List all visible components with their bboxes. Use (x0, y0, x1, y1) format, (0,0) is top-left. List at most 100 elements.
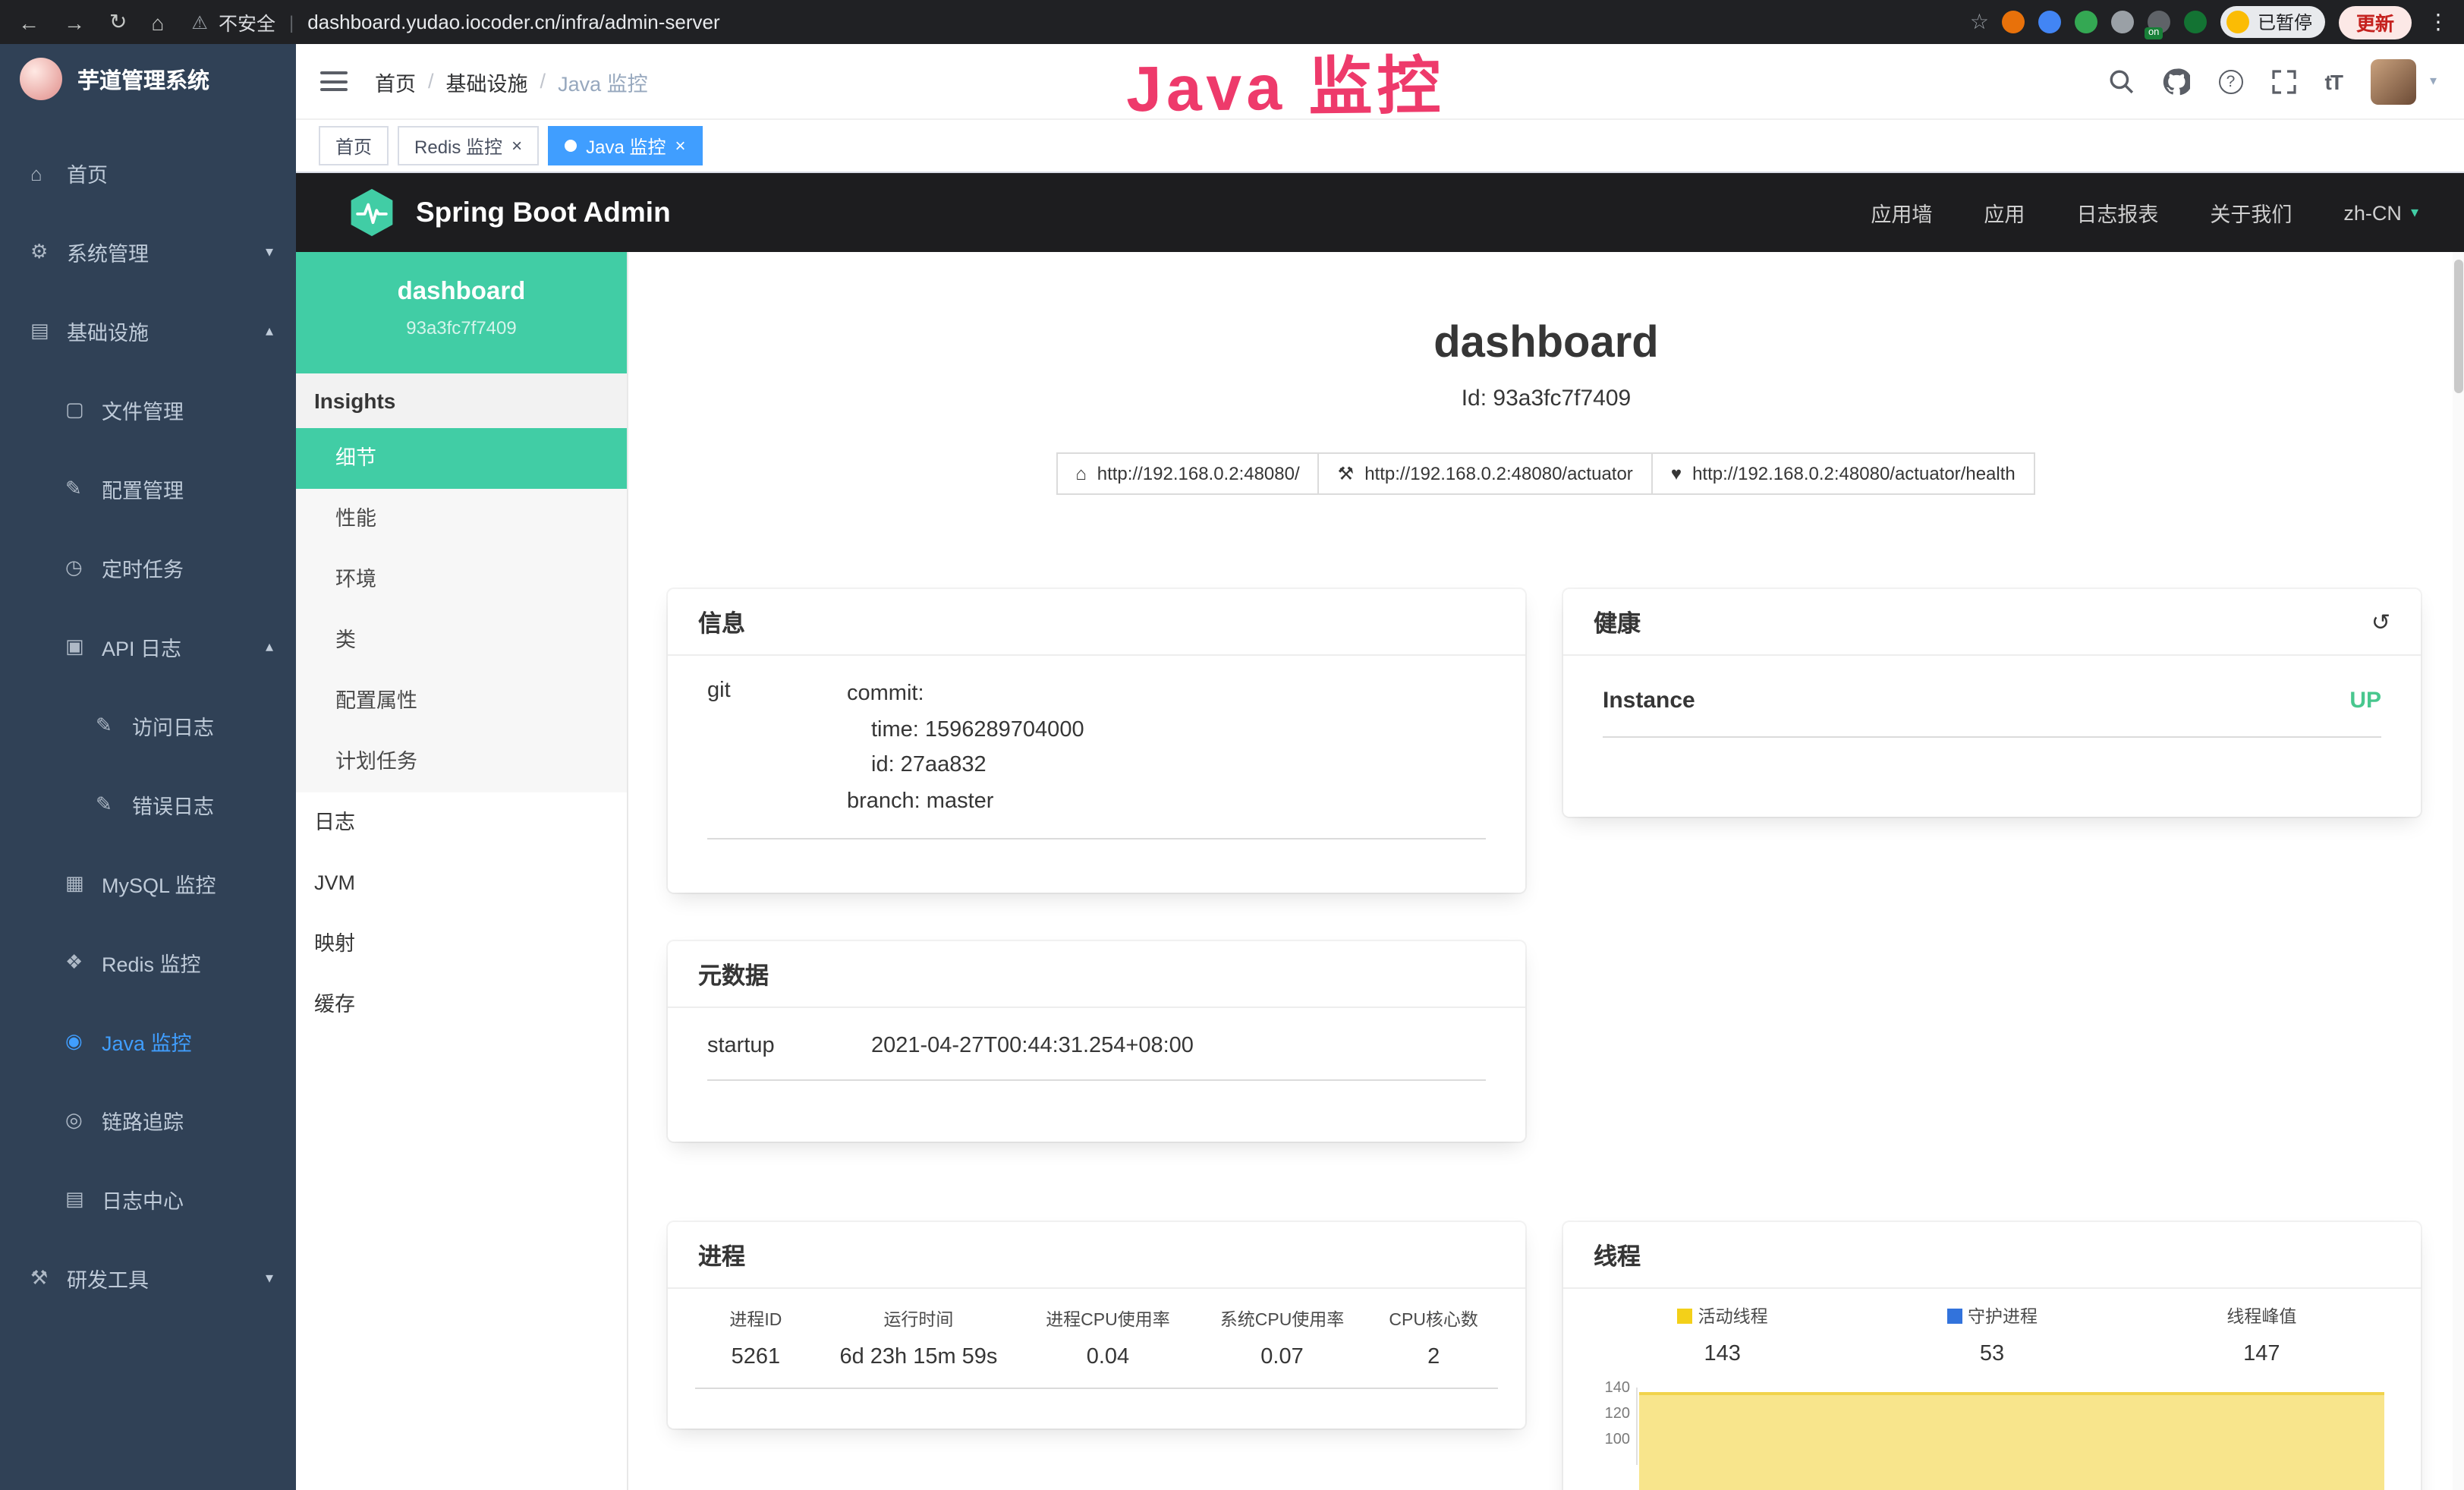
trace-icon: ◎ (65, 1108, 102, 1132)
card-title: 健康 (1594, 605, 1641, 638)
extension-icon-3[interactable] (2075, 11, 2098, 33)
sba-nav-wallboard[interactable]: 应用墙 (1871, 197, 1932, 228)
sba-menu-scheduled-tasks[interactable]: 计划任务 (296, 732, 627, 792)
sidebar-item-java-monitor[interactable]: ◉ Java 监控 (0, 1002, 296, 1081)
sidebar-item-api-log[interactable]: ▣ API 日志 ▴ (0, 607, 296, 686)
address-bar[interactable]: ⚠ 不安全 | dashboard.yudao.iocoder.cn/infra… (191, 8, 1969, 36)
breadcrumb-infra[interactable]: 基础设施 (446, 66, 528, 96)
extension-icon-5[interactable]: on (2148, 11, 2171, 33)
sidebar-item-config-manage[interactable]: ✎ 配置管理 (0, 449, 296, 528)
bookmark-star-icon[interactable]: ☆ (1970, 9, 1989, 35)
sba-menu-logs[interactable]: 日志 (296, 792, 627, 853)
sidebar-item-label: 首页 (67, 158, 108, 188)
sba-menu-jvm[interactable]: JVM (296, 853, 627, 914)
breadcrumb-home[interactable]: 首页 (375, 66, 416, 96)
breadcrumb-current: Java 监控 (558, 66, 648, 96)
hamburger-icon[interactable] (320, 71, 348, 91)
instance-header[interactable]: dashboard 93a3fc7f7409 (296, 252, 627, 373)
sba-menu-caches[interactable]: 缓存 (296, 975, 627, 1035)
sidebar-item-label: 日志中心 (102, 1184, 184, 1214)
sidebar-item-file-manage[interactable]: ▢ 文件管理 (0, 370, 296, 449)
profile-avatar-icon (2227, 11, 2250, 33)
legend-daemon-threads: 守护进程 53 (1857, 1304, 2126, 1366)
url-text[interactable]: dashboard.yudao.iocoder.cn/infra/admin-s… (307, 11, 719, 33)
legend-peak-threads: 线程峰值 147 (2127, 1304, 2396, 1366)
chrome-update-button[interactable]: 更新 (2340, 5, 2411, 39)
sba-nav-about[interactable]: 关于我们 (2210, 197, 2292, 228)
sidebar-item-system[interactable]: ⚙ 系统管理 ▾ (0, 213, 296, 291)
sidebar-item-redis-monitor[interactable]: ❖ Redis 监控 (0, 923, 296, 1002)
sidebar-item-error-log[interactable]: ✎ 错误日志 (0, 765, 296, 844)
sba-section-insights[interactable]: Insights (296, 373, 627, 428)
url-divider: | (289, 11, 294, 33)
scrollbar-thumb[interactable] (2453, 260, 2462, 393)
history-icon[interactable]: ↺ (2371, 608, 2390, 635)
sba-nav-applications[interactable]: 应用 (1984, 197, 2025, 228)
font-size-icon[interactable]: tT (2325, 69, 2342, 93)
sidebar-item-trace[interactable]: ◎ 链路追踪 (0, 1081, 296, 1160)
fullscreen-icon[interactable] (2272, 69, 2296, 93)
link-label: http://192.168.0.2:48080/ (1097, 463, 1300, 484)
sba-menu-metrics[interactable]: 性能 (296, 489, 627, 550)
health-card: 健康 ↺ Instance UP (1563, 589, 2421, 817)
profile-paused-chip[interactable]: 已暂停 (2221, 6, 2326, 38)
chevron-up-icon: ▴ (266, 638, 273, 655)
info-card: 信息 git commit: time: 1596289704000 id: 2… (668, 589, 1525, 893)
sba-menu-classes[interactable]: 类 (296, 610, 627, 671)
sidebar-item-home[interactable]: ⌂ 首页 (0, 134, 296, 213)
sidebar-item-scheduled-task[interactable]: ◷ 定时任务 (0, 528, 296, 607)
user-avatar[interactable] (2371, 58, 2416, 104)
breadcrumb-separator: / (428, 70, 434, 93)
doc-icon: ✎ (96, 792, 132, 817)
sba-sidebar: dashboard 93a3fc7f7409 Insights 细节 性能 环境… (296, 252, 628, 1490)
sba-menu-mappings[interactable]: 映射 (296, 914, 627, 975)
sba-logo-icon[interactable] (346, 187, 398, 238)
metadata-key: startup (707, 1034, 871, 1058)
forward-icon[interactable]: → (64, 10, 85, 34)
tab-home[interactable]: 首页 (319, 126, 389, 165)
tab-java-monitor[interactable]: Java 监控 × (548, 126, 702, 165)
extension-icon-2[interactable] (2039, 11, 2062, 33)
app-logo[interactable]: 芋道管理系统 (0, 44, 296, 114)
language-selector[interactable]: zh-CN ▾ (2343, 201, 2418, 224)
close-icon[interactable]: × (511, 135, 522, 156)
sidebar-item-log-center[interactable]: ▤ 日志中心 (0, 1160, 296, 1239)
extension-icon-6[interactable] (2185, 11, 2208, 33)
doc-icon: ✎ (96, 713, 132, 738)
search-icon[interactable] (2108, 68, 2134, 94)
sba-menu-environment[interactable]: 环境 (296, 550, 627, 610)
sidebar-item-infra[interactable]: ▤ 基础设施 ▴ (0, 291, 296, 370)
metadata-card: 元数据 startup 2021-04-27T00:44:31.254+08:0… (668, 941, 1525, 1142)
help-icon[interactable]: ? (2219, 69, 2243, 93)
browser-menu-icon[interactable]: ⋮ (2428, 9, 2449, 35)
back-icon[interactable]: ← (18, 10, 39, 34)
scrollbar[interactable] (2452, 252, 2464, 1490)
github-icon[interactable] (2163, 68, 2190, 95)
sba-brand[interactable]: Spring Boot Admin (416, 196, 671, 229)
sidebar-item-mysql-monitor[interactable]: ▦ MySQL 监控 (0, 844, 296, 923)
process-col-process-cpu: 进程CPU使用率 0.04 (1021, 1307, 1195, 1369)
sidebar-item-dev-tools[interactable]: ⚒ 研发工具 ▾ (0, 1239, 296, 1318)
sidebar-item-label: 错误日志 (132, 789, 214, 820)
redis-icon: ❖ (65, 950, 102, 975)
tab-label: Redis 监控 (414, 133, 502, 159)
health-key: Instance (1603, 688, 1695, 713)
tab-redis-monitor[interactable]: Redis 监控 × (398, 126, 539, 165)
sidebar-item-access-log[interactable]: ✎ 访问日志 (0, 686, 296, 765)
service-url-link[interactable]: ⌂ http://192.168.0.2:48080/ (1056, 452, 1319, 495)
sba-menu-config-props[interactable]: 配置属性 (296, 671, 627, 732)
browser-home-icon[interactable]: ⌂ (151, 10, 164, 34)
avatar-caret-icon[interactable]: ▾ (2430, 73, 2437, 90)
security-label[interactable]: 不安全 (219, 8, 275, 36)
sba-menu-details[interactable]: 细节 (296, 428, 627, 489)
health-row-instance[interactable]: Instance UP (1603, 688, 2381, 738)
health-url-link[interactable]: ♥ http://192.168.0.2:48080/actuator/heal… (1651, 452, 2035, 495)
health-card-header: 健康 ↺ (1563, 589, 2421, 656)
reload-icon[interactable]: ↻ (109, 9, 127, 35)
actuator-url-link[interactable]: ⚒ http://192.168.0.2:48080/actuator (1318, 452, 1653, 495)
extension-icon-1[interactable] (2003, 11, 2025, 33)
extension-icon-4[interactable] (2112, 11, 2135, 33)
close-icon[interactable]: × (675, 135, 685, 156)
sba-nav-journal[interactable]: 日志报表 (2076, 197, 2158, 228)
process-col-uptime: 运行时间 6d 23h 15m 59s (817, 1307, 1021, 1369)
